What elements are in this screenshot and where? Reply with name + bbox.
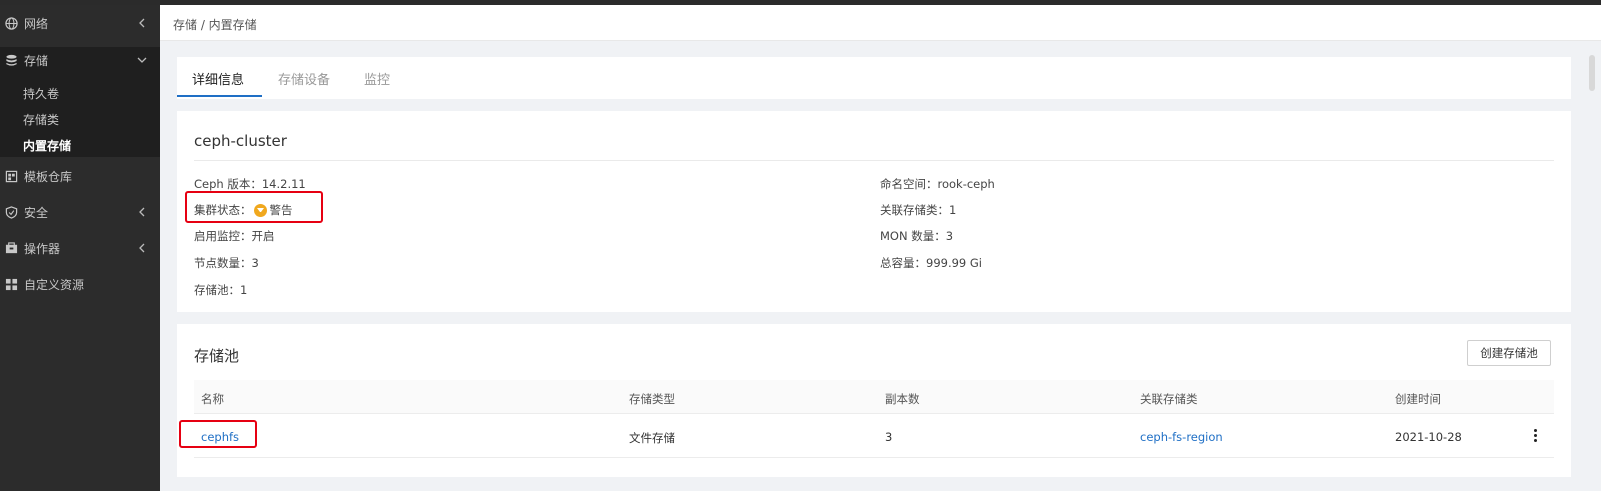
field-label: 总容量：	[880, 256, 926, 270]
chevron-left-icon	[137, 18, 147, 28]
database-icon	[4, 53, 18, 67]
column-header-created[interactable]: 创建时间	[1395, 391, 1441, 407]
field-pool-count: 存储池： 1	[194, 282, 247, 298]
sidebar-item-label: 操作器	[24, 241, 61, 256]
sidebar-subitem-builtin-storage[interactable]: 内置存储	[23, 137, 71, 154]
field-label: MON 数量：	[880, 229, 946, 243]
shield-icon	[4, 205, 18, 219]
field-ceph-version: Ceph 版本： 14.2.11	[194, 176, 306, 192]
chevron-left-icon	[137, 207, 147, 217]
pool-created-date: 2021-10-28	[1395, 430, 1462, 444]
highlight-annotation	[185, 191, 323, 223]
field-label: 关联存储类：	[880, 203, 949, 217]
field-value: 1	[949, 203, 957, 217]
pool-section-title: 存储池	[194, 347, 240, 365]
sidebar-item-storage[interactable]: 存储	[0, 42, 160, 78]
field-total-capacity: 总容量： 999.99 Gi	[880, 255, 982, 271]
sidebar-item-label: 存储	[24, 53, 49, 68]
template-icon	[4, 169, 18, 183]
highlight-annotation	[179, 420, 257, 448]
sidebar: 网络 存储 持久卷 存储类 内置存储 模板仓库 安全 操作器 自定义资源	[0, 5, 160, 491]
grid-icon	[4, 277, 18, 291]
breadcrumb-bar: 存储 / 内置存储	[160, 5, 1601, 41]
column-header-name[interactable]: 名称	[201, 391, 224, 407]
cluster-detail-card: ceph-cluster Ceph 版本： 14.2.11 集群状态： 警告 启…	[177, 111, 1571, 312]
sidebar-item-security[interactable]: 安全	[0, 194, 160, 230]
more-actions-icon[interactable]	[1532, 428, 1538, 444]
field-value: 999.99 Gi	[926, 256, 983, 270]
sidebar-item-label: 网络	[24, 16, 49, 31]
field-label: 存储池：	[194, 283, 240, 297]
column-header-replicas[interactable]: 副本数	[885, 391, 920, 407]
globe-icon	[4, 16, 18, 30]
main-content: 存储 / 内置存储 详细信息 存储设备 监控 ceph-cluster Ceph…	[160, 5, 1601, 491]
field-mon-count: MON 数量： 3	[880, 228, 953, 244]
divider	[194, 160, 1554, 161]
create-pool-button[interactable]: 创建存储池	[1467, 340, 1551, 366]
breadcrumb: 存储 / 内置存储	[173, 18, 257, 32]
field-value: 开启	[251, 229, 275, 243]
sidebar-item-label: 模板仓库	[24, 169, 73, 184]
operator-icon	[4, 241, 18, 255]
sidebar-subitem-pv[interactable]: 持久卷	[23, 85, 59, 102]
sidebar-item-template-repo[interactable]: 模板仓库	[0, 158, 160, 194]
field-value: 1	[240, 283, 248, 297]
field-monitoring-enabled: 启用监控： 开启	[194, 228, 275, 244]
field-linked-storageclass: 关联存储类： 1	[880, 202, 956, 218]
field-node-count: 节点数量： 3	[194, 255, 259, 271]
scrollbar-thumb[interactable]	[1589, 55, 1595, 91]
chevron-left-icon	[137, 243, 147, 253]
table-row: cephfs 文件存储 3 ceph-fs-region 2021-10-28	[194, 415, 1554, 458]
field-label: 启用监控：	[194, 229, 252, 243]
field-label: 命名空间：	[880, 177, 938, 191]
column-header-storageclass[interactable]: 关联存储类	[1140, 391, 1198, 407]
storage-pool-card: 存储池 创建存储池 名称 存储类型 副本数 关联存储类 创建时间 cephfs …	[177, 324, 1571, 477]
field-namespace: 命名空间： rook-ceph	[880, 176, 995, 192]
sidebar-item-label: 安全	[24, 205, 49, 220]
sidebar-item-operator[interactable]: 操作器	[0, 230, 160, 266]
tab-details[interactable]: 详细信息	[192, 69, 244, 88]
pool-storageclass-link[interactable]: ceph-fs-region	[1140, 430, 1223, 444]
sidebar-item-label: 自定义资源	[24, 277, 85, 292]
pool-replicas: 3	[885, 430, 893, 444]
tab-bar: 详细信息 存储设备 监控	[177, 57, 1571, 99]
sidebar-item-custom-resources[interactable]: 自定义资源	[0, 266, 160, 302]
field-label: 节点数量：	[194, 256, 252, 270]
tab-storage-devices[interactable]: 存储设备	[278, 69, 330, 88]
field-label: Ceph 版本：	[194, 177, 262, 191]
field-value: 14.2.11	[261, 177, 306, 191]
pool-type: 文件存储	[629, 431, 675, 445]
active-tab-indicator	[177, 95, 262, 97]
cluster-name: ceph-cluster	[194, 132, 287, 150]
field-value: 3	[945, 229, 954, 243]
sidebar-item-network[interactable]: 网络	[0, 5, 160, 41]
field-value: rook-ceph	[937, 177, 995, 191]
sidebar-subitem-storageclass[interactable]: 存储类	[23, 111, 59, 128]
chevron-down-icon	[137, 55, 147, 65]
table-header: 名称 存储类型 副本数 关联存储类 创建时间	[194, 380, 1554, 414]
field-value: 3	[251, 256, 259, 270]
column-header-type[interactable]: 存储类型	[629, 391, 675, 407]
tab-monitoring[interactable]: 监控	[364, 69, 390, 88]
